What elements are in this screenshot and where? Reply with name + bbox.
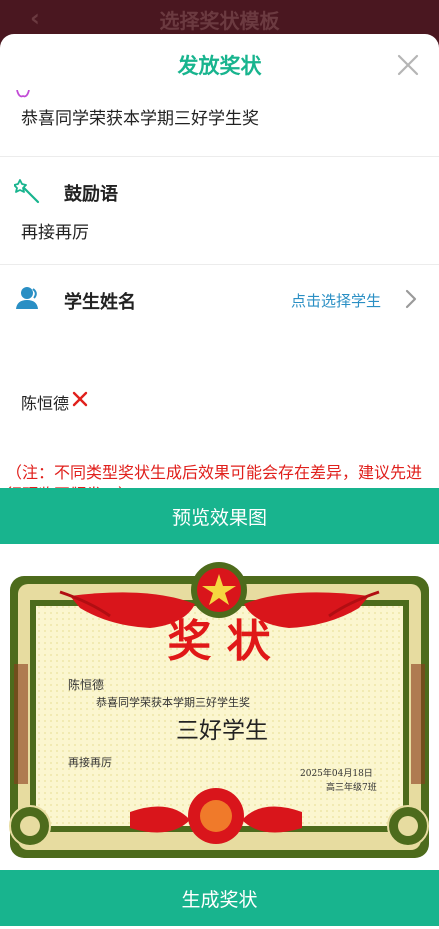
- remove-student-icon[interactable]: [71, 390, 89, 408]
- preview-button[interactable]: 预览效果图: [0, 488, 439, 544]
- encouragement-label: 鼓励语: [64, 184, 118, 205]
- certificate-student-name: 陈恒德: [68, 677, 104, 692]
- user-icon: [16, 287, 38, 309]
- issue-award-sheet: 发放奖状 恭喜同学荣获本学期三好学生奖 鼓励语 再接再厉 学生姓名 点击选择学生…: [0, 34, 439, 929]
- sheet-content: 恭喜同学荣获本学期三好学生奖 鼓励语 再接再厉 学生姓名 点击选择学生 陈恒德: [0, 90, 439, 490]
- chevron-right-icon[interactable]: [403, 289, 419, 309]
- certificate-image: 奖 状 陈恒德 恭喜同学荣获本学期三好学生奖 三好学生 再接再厉 2025年04…: [9, 562, 429, 858]
- magic-wand-icon: [14, 179, 40, 204]
- background-header: ‹ 选择奖状模板: [0, 0, 439, 36]
- close-icon[interactable]: [395, 52, 421, 78]
- sheet-title: 发放奖状: [177, 54, 262, 78]
- divider: [0, 264, 439, 265]
- certificate-encouragement: 再接再厉: [68, 756, 112, 769]
- award-icon: [16, 90, 30, 98]
- encouragement-value[interactable]: 再接再厉: [21, 218, 89, 243]
- certificate-class: 高三年级7班: [326, 781, 377, 793]
- certificate-award-line: 恭喜同学荣获本学期三好学生奖: [96, 695, 250, 709]
- select-student-link[interactable]: 点击选择学生: [291, 290, 381, 311]
- background-page-title: 选择奖状模板: [159, 9, 280, 33]
- divider: [0, 156, 439, 157]
- certificate-date: 2025年04月18日: [300, 767, 373, 779]
- certificate-preview: 奖 状 陈恒德 恭喜同学荣获本学期三好学生奖 三好学生 再接再厉 2025年04…: [0, 544, 439, 870]
- certificate-heading: 奖 状: [167, 616, 271, 667]
- generate-award-button[interactable]: 生成奖状: [0, 870, 439, 926]
- certificate-title: 三好学生: [176, 718, 268, 744]
- student-name-label: 学生姓名: [64, 292, 136, 313]
- selected-student: 陈恒德: [21, 394, 70, 413]
- award-text[interactable]: 恭喜同学荣获本学期三好学生奖: [21, 104, 259, 129]
